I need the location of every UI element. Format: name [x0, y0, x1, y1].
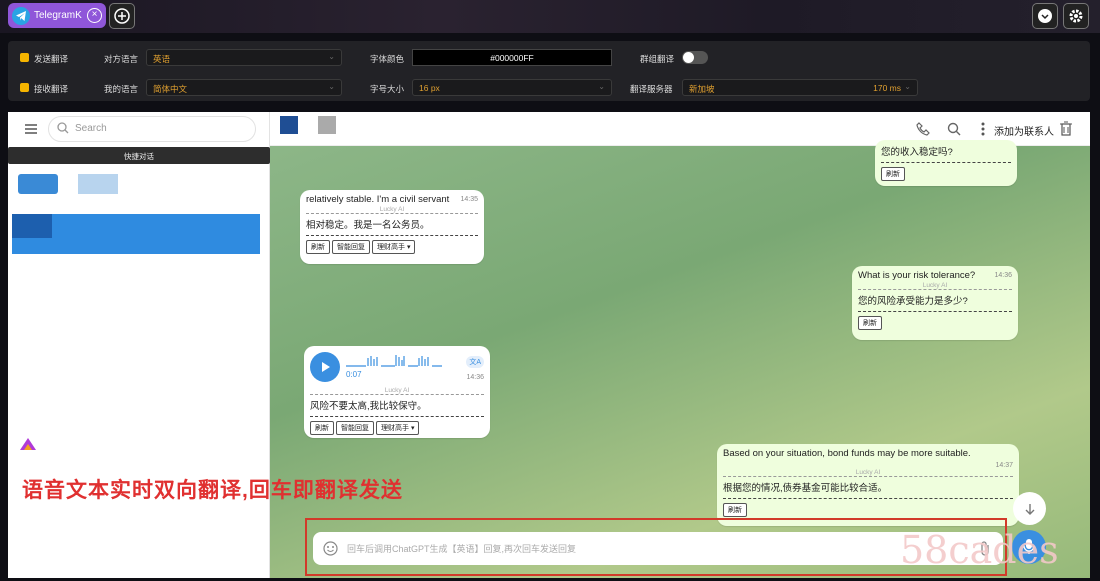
translator-label: Lucky AI	[310, 387, 484, 395]
group-translate-toggle[interactable]	[682, 51, 708, 64]
search-icon	[57, 122, 69, 134]
smart-reply-button[interactable]: 智能回复	[336, 421, 374, 435]
persona-select[interactable]: 理财高手 ▾	[372, 240, 416, 254]
message-incoming: relatively stable. I'm a civil servant 1…	[300, 190, 484, 264]
collapse-button[interactable]	[1032, 3, 1058, 29]
chevron-down-icon: ⌄	[598, 82, 605, 91]
arrow-down-icon	[1025, 503, 1034, 515]
play-icon	[322, 362, 330, 372]
more-icon[interactable]	[981, 122, 985, 136]
refresh-button[interactable]: 刷新	[858, 316, 882, 330]
message-time: 14:36	[466, 374, 484, 381]
scroll-down-button[interactable]	[1013, 492, 1046, 525]
translator-label: Lucky AI	[723, 469, 1013, 477]
my-lang-label: 我的语言	[104, 84, 139, 94]
send-translate-checkbox[interactable]	[20, 53, 29, 62]
add-contact-link[interactable]: 添加为联系人	[994, 123, 1054, 138]
their-lang-select[interactable]: 英语 ⌄	[146, 49, 342, 66]
translate-settings-panel: 发送翻译 对方语言 英语 ⌄ 字体颜色 #000000FF 群组翻译 接收翻译 我…	[8, 41, 1090, 101]
refresh-button[interactable]: 刷新	[723, 503, 747, 517]
message-outgoing: What is your risk tolerance? 14:36 Lucky…	[852, 266, 1018, 340]
gear-icon	[1069, 9, 1083, 23]
chevron-down-icon: ⌄	[904, 82, 911, 91]
add-tab-button[interactable]	[109, 3, 135, 29]
message-text: What is your risk tolerance?	[858, 270, 976, 281]
message-time: 14:36	[994, 272, 1012, 279]
blurred-avatar	[12, 214, 52, 238]
my-lang-select[interactable]: 简体中文 ⌄	[146, 79, 342, 96]
plus-circle-icon	[114, 8, 130, 24]
persona-select[interactable]: 理财高手 ▾	[376, 421, 420, 435]
message-translation: 相对稳定。我是一名公务员。	[306, 217, 478, 236]
menu-icon[interactable]	[25, 124, 37, 134]
message-translation: 您的收入稳定吗?	[881, 144, 1011, 163]
font-size-label: 字号大小	[370, 84, 405, 94]
send-translate-label: 发送翻译	[34, 54, 69, 64]
message-outgoing: 您的收入稳定吗? 刷新	[875, 140, 1017, 186]
message-time: 14:37	[995, 462, 1013, 469]
message-translation: 风险不要太高,我比较保守。	[310, 398, 484, 417]
search-icon[interactable]	[947, 122, 961, 136]
font-size-select[interactable]: 16 px ⌄	[412, 79, 612, 96]
message-outgoing: Based on your situation, bond funds may …	[717, 444, 1019, 526]
tab-title: TelegramK	[34, 10, 82, 21]
waveform-icon	[346, 355, 442, 367]
server-select[interactable]: 新加坡 170 ms ⌄	[682, 79, 918, 96]
latency: 170 ms	[873, 83, 901, 93]
chat-avatar	[318, 116, 336, 134]
quick-chat-button[interactable]: 快捷对话	[8, 147, 270, 164]
message-translation: 根据您的情况,债券基金可能比较合适。	[723, 480, 1013, 499]
chevron-down-icon: ⌄	[328, 52, 335, 61]
settings-button[interactable]	[1063, 3, 1089, 29]
their-lang-label: 对方语言	[104, 54, 139, 64]
refresh-button[interactable]: 刷新	[306, 240, 330, 254]
transcribe-button[interactable]: 文A	[466, 356, 484, 368]
search-input[interactable]: Search	[48, 116, 256, 142]
blurred-avatar	[18, 174, 58, 194]
telegram-window: Search 快捷对话 添加为联系人 您的收入稳定吗? 刷新 relativel…	[8, 112, 1090, 578]
refresh-button[interactable]: 刷新	[881, 167, 905, 181]
chat-avatar	[280, 116, 298, 134]
chat-area: 添加为联系人 您的收入稳定吗? 刷新 relatively stable. I'…	[270, 112, 1090, 578]
chevron-down-icon: ⌄	[328, 82, 335, 91]
top-bar: TelegramK ×	[0, 0, 1100, 33]
close-tab-icon[interactable]: ×	[87, 8, 102, 23]
play-button[interactable]	[310, 352, 340, 382]
recv-translate-label: 接收翻译	[34, 84, 69, 94]
refresh-button[interactable]: 刷新	[310, 421, 334, 435]
sidebar: Search 快捷对话	[8, 112, 270, 578]
promo-caption: 语音文本实时双向翻译,回车即翻译发送	[22, 479, 403, 502]
recv-translate-checkbox[interactable]	[20, 83, 29, 92]
blurred-avatar	[78, 174, 118, 194]
group-translate-label: 群组翻译	[640, 54, 675, 64]
server-label: 翻译服务器	[630, 84, 673, 94]
font-color-label: 字体颜色	[370, 54, 405, 64]
phone-icon[interactable]	[916, 122, 930, 136]
translator-label: Lucky AI	[858, 282, 1012, 290]
smart-reply-button[interactable]: 智能回复	[332, 240, 370, 254]
app-tab[interactable]: TelegramK ×	[8, 3, 106, 28]
chevron-down-circle-icon	[1038, 9, 1052, 23]
watermark: 58cades	[900, 528, 1059, 572]
message-time: 14:35	[460, 196, 478, 203]
lucky-ai-logo-icon	[18, 436, 38, 454]
message-translation: 您的风险承受能力是多少?	[858, 293, 1012, 312]
font-color-input[interactable]: #000000FF	[412, 49, 612, 66]
voice-message-incoming: 0:07 文A 14:36 Lucky AI 风险不要太高,我比较保守。 刷新智…	[304, 346, 490, 438]
trash-icon[interactable]	[1060, 121, 1072, 136]
telegram-logo-icon	[12, 6, 30, 25]
message-text: Based on your situation, bond funds may …	[723, 448, 971, 459]
message-text: relatively stable. I'm a civil servant	[306, 194, 450, 205]
voice-duration: 0:07	[346, 370, 362, 379]
translator-label: Lucky AI	[306, 206, 478, 214]
